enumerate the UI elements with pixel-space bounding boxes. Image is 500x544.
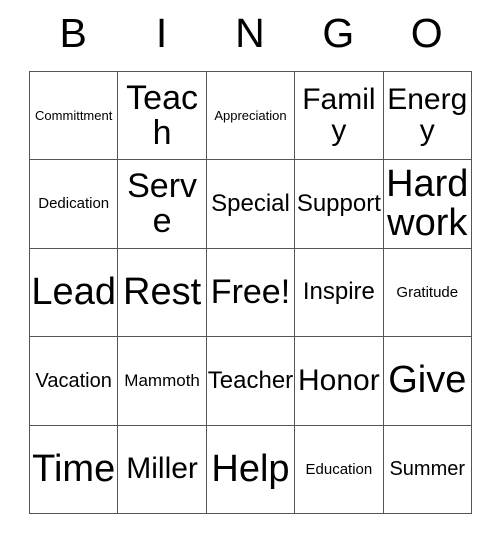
bingo-cell[interactable]: Time	[30, 425, 119, 514]
bingo-row: Time Miller Help Education Summer	[30, 425, 472, 514]
bingo-cell[interactable]: Lead	[30, 248, 119, 338]
bingo-cell-label: Honor	[298, 363, 380, 397]
bingo-header-letter-i: I	[117, 0, 205, 71]
bingo-cell-label: Teach	[126, 79, 198, 152]
bingo-cell[interactable]: Appreciation	[206, 72, 296, 161]
bingo-cell[interactable]: Gratitude	[383, 248, 472, 338]
bingo-header-letter-o: O	[383, 0, 471, 71]
bingo-cell[interactable]: Teach	[118, 72, 207, 161]
bingo-card: B I N G O Committment Teach Appreciation…	[29, 0, 472, 514]
bingo-cell-label: Time	[32, 447, 116, 490]
bingo-header-letter-b: B	[29, 0, 117, 71]
bingo-cell-label: Support	[296, 189, 381, 217]
bingo-cell[interactable]: Serve	[118, 160, 207, 249]
bingo-cell-label: Vacation	[35, 369, 112, 392]
bingo-cell[interactable]: Hard work	[383, 160, 472, 249]
bingo-cell[interactable]: Education	[295, 425, 384, 514]
bingo-cell-label: Special	[211, 189, 290, 217]
bingo-cell-label: Miller	[126, 451, 198, 485]
bingo-cell-label: Inspire	[302, 278, 375, 306]
bingo-cell[interactable]: Honor	[295, 337, 384, 426]
bingo-cell-label: Family	[302, 83, 376, 147]
bingo-row: Vacation Mammoth Teacher Honor Give	[30, 337, 472, 426]
bingo-cell[interactable]: Energy	[383, 72, 472, 161]
bingo-cell[interactable]: Dedication	[30, 160, 119, 249]
bingo-cell[interactable]: Summer	[383, 425, 472, 514]
bingo-cell-label: Energy	[387, 83, 468, 147]
bingo-cell-label: Dedication	[38, 195, 110, 213]
header-letter-text: G	[322, 10, 355, 56]
bingo-cell-label: Gratitude	[396, 283, 459, 301]
bingo-cell-label: Give	[388, 359, 467, 402]
bingo-cell-label: Appreciation	[214, 108, 287, 124]
bingo-free-space-label: Free!	[210, 273, 291, 312]
bingo-cell[interactable]: Vacation	[30, 337, 119, 426]
bingo-cell-label: Hard work	[386, 163, 469, 245]
bingo-cell[interactable]: Teacher	[206, 337, 296, 426]
bingo-cell[interactable]: Committment	[30, 72, 119, 161]
bingo-cell-label: Committment	[35, 108, 113, 124]
bingo-cell-label: Mammoth	[124, 371, 200, 391]
bingo-cell[interactable]: Family	[295, 72, 384, 161]
bingo-cell[interactable]: Give	[383, 337, 472, 426]
bingo-cell[interactable]: Special	[206, 160, 296, 249]
bingo-cell-label: Education	[305, 460, 373, 478]
bingo-cell-label: Teacher	[207, 366, 294, 394]
header-letter-text: I	[155, 10, 168, 56]
bingo-row: Dedication Serve Special Support Hard wo…	[30, 160, 472, 249]
header-letter-text: N	[235, 10, 265, 56]
bingo-cell-free-space[interactable]: Free!	[206, 248, 296, 338]
bingo-cell-label: Lead	[31, 271, 116, 314]
bingo-header: B I N G O	[29, 0, 471, 71]
bingo-header-letter-g: G	[294, 0, 382, 71]
bingo-grid: Committment Teach Appreciation Family En…	[29, 71, 472, 514]
bingo-cell-label: Rest	[123, 271, 202, 314]
header-letter-text: O	[410, 10, 443, 56]
bingo-row: Lead Rest Free! Inspire Gratitude	[30, 248, 472, 338]
bingo-cell[interactable]: Rest	[118, 248, 207, 338]
bingo-row: Committment Teach Appreciation Family En…	[30, 72, 472, 161]
bingo-cell[interactable]: Mammoth	[118, 337, 207, 426]
bingo-cell[interactable]: Miller	[118, 425, 207, 514]
bingo-cell-label: Serve	[127, 167, 198, 241]
bingo-cell-label: Summer	[389, 458, 466, 481]
bingo-cell[interactable]: Inspire	[295, 248, 384, 338]
header-letter-text: B	[59, 10, 87, 56]
bingo-cell[interactable]: Support	[295, 160, 384, 249]
bingo-cell-label: Help	[211, 447, 290, 490]
bingo-cell[interactable]: Help	[206, 425, 296, 514]
bingo-header-letter-n: N	[206, 0, 294, 71]
